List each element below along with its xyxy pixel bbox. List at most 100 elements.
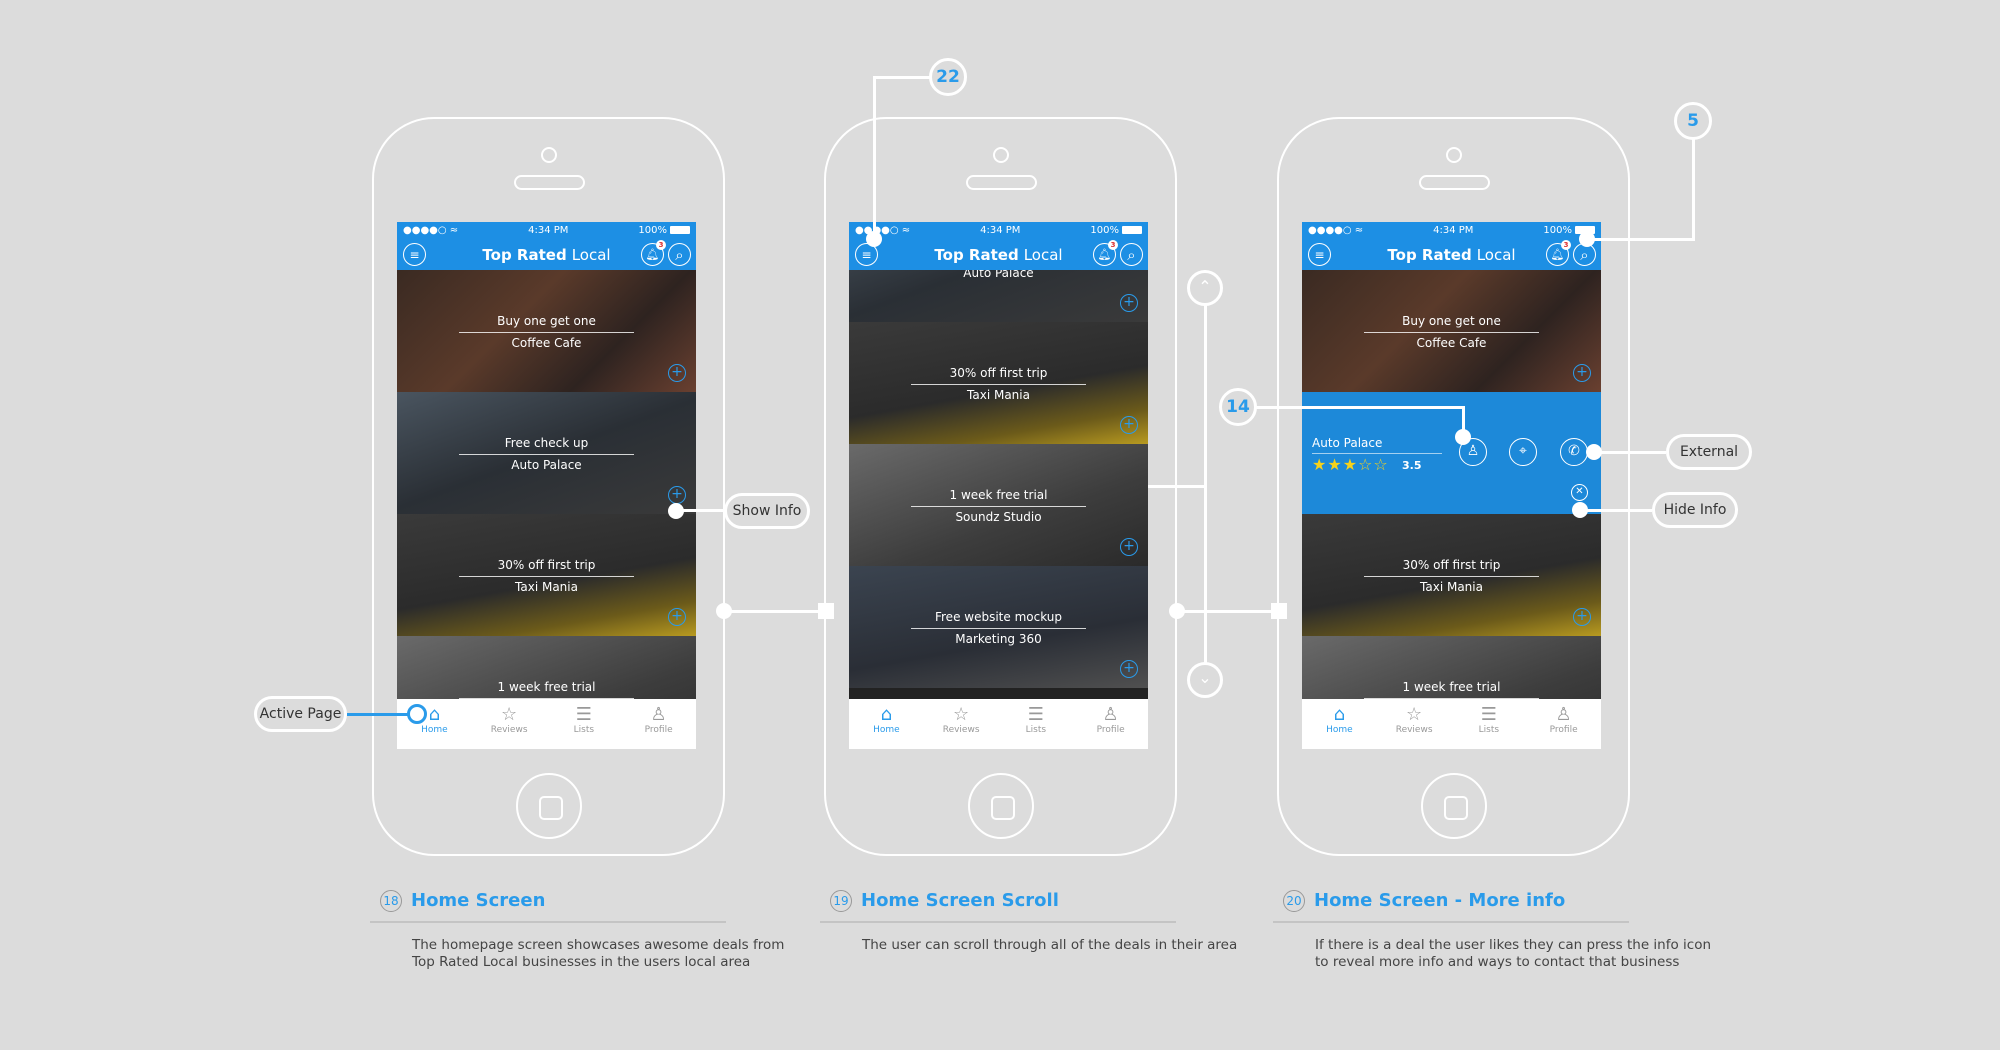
- show-info-button[interactable]: +: [1120, 660, 1138, 678]
- hide-info-label: Hide Info: [1652, 492, 1738, 528]
- divider: [1312, 453, 1442, 454]
- signal-icon: ●●●●○ ≈: [403, 225, 459, 236]
- deal-business: Auto Palace: [963, 270, 1034, 280]
- tab-profile[interactable]: ♙ Profile: [1073, 699, 1148, 749]
- flow-square: [1271, 603, 1287, 619]
- tab-reviews[interactable]: ☆ Reviews: [1377, 699, 1452, 749]
- show-info-button[interactable]: +: [1120, 538, 1138, 556]
- external-line: [1594, 451, 1666, 454]
- flow-square: [818, 603, 834, 619]
- callout-22-dot: [866, 231, 882, 247]
- caption-number: 18: [380, 890, 402, 912]
- tab-lists[interactable]: ☰ Lists: [547, 699, 622, 749]
- divider: [1273, 921, 1629, 923]
- deal-business: Coffee Cafe: [1416, 336, 1487, 350]
- caption-title: Home Screen - More info: [1314, 890, 1566, 911]
- show-info-label: Show Info: [724, 493, 810, 529]
- show-info-button[interactable]: +: [668, 364, 686, 382]
- menu-button[interactable]: ≡: [403, 243, 426, 266]
- tab-home[interactable]: ⌂ Home: [849, 699, 924, 749]
- location-button[interactable]: ⌖: [1509, 438, 1537, 466]
- phone-screen: ●●●●○ ≈4:34 PM 100% Top Rated Local ≡ 🔔︎ 3 ⌕ Buy…: [1302, 222, 1601, 749]
- deal-card[interactable]: 1 week free trialSoundz Studio+: [849, 444, 1148, 566]
- caption-description: If there is a deal the user likes they c…: [1315, 937, 1712, 970]
- tab-label: Home: [873, 725, 900, 735]
- notifications-button[interactable]: 🔔︎ 3: [641, 240, 666, 266]
- tab-label: Home: [421, 725, 448, 735]
- show-info-button[interactable]: +: [668, 486, 686, 504]
- active-page-label: Active Page: [254, 696, 347, 732]
- hide-info-line: [1580, 509, 1652, 512]
- deal-card[interactable]: 30% off first trip Taxi Mania +: [849, 322, 1148, 444]
- deal-title: Free check up: [504, 436, 589, 450]
- tab-lists[interactable]: ☰ Lists: [999, 699, 1074, 749]
- tab-reviews[interactable]: ☆ Reviews: [472, 699, 547, 749]
- deals-list[interactable]: Auto Palace +30% off first trip Taxi Mania…: [849, 270, 1148, 699]
- status-bar: ●●●●○ ≈4:34 PM 100%: [397, 222, 696, 239]
- status-time: 4:34 PM: [528, 225, 569, 236]
- callout-5-line: [1587, 238, 1695, 241]
- flow-dot: [1169, 603, 1185, 619]
- deal-card[interactable]: Buy one get one Coffee Cafe +: [1302, 270, 1601, 392]
- deal-title: Buy one get one: [1402, 314, 1501, 328]
- profile-icon: ♙: [650, 704, 667, 725]
- tab-home[interactable]: ⌂ Home: [397, 699, 472, 749]
- show-info-button[interactable]: +: [1573, 364, 1591, 382]
- battery-icon: [1121, 226, 1142, 234]
- deal-title: 1 week free trial: [1402, 680, 1501, 694]
- tab-profile[interactable]: ♙ Profile: [621, 699, 696, 749]
- camera: [992, 147, 1009, 163]
- tab-lists[interactable]: ☰ Lists: [1452, 699, 1527, 749]
- show-info-button[interactable]: +: [1573, 608, 1591, 626]
- deal-card[interactable]: Free website mockup Marketing 360 +: [849, 566, 1148, 688]
- search-button[interactable]: ⌕: [1120, 243, 1143, 266]
- menu-button[interactable]: ≡: [1308, 243, 1331, 266]
- deal-card[interactable]: Buy one get one Coffee Cafe +: [397, 270, 696, 392]
- tab-label: Lists: [1478, 725, 1500, 735]
- home-hardware-button[interactable]: [967, 773, 1034, 839]
- speaker: [965, 175, 1037, 190]
- search-button[interactable]: ⌕: [668, 243, 691, 266]
- tab-label: Lists: [573, 725, 595, 735]
- callout-22-line: [873, 76, 876, 239]
- status-bar: ●●●●○ ≈4:34 PM 100%: [1302, 222, 1601, 239]
- tab-home[interactable]: ⌂ Home: [1302, 699, 1377, 749]
- deal-card[interactable]: 1 week free trialSoundz Studio+: [1302, 636, 1601, 699]
- flow-connector-1: [724, 610, 826, 613]
- divider: [370, 921, 726, 923]
- external-dot: [1586, 444, 1602, 460]
- phone-call-button[interactable]: ✆: [1560, 438, 1588, 466]
- notifications-button[interactable]: 🔔︎ 3: [1093, 240, 1118, 266]
- deal-card[interactable]: 30% off first trip Taxi Mania +: [397, 514, 696, 636]
- app-header: Top Rated Local ≡ 🔔︎ 3 ⌕: [849, 239, 1148, 270]
- caption-title: Home Screen: [411, 890, 546, 911]
- hide-info-button[interactable]: ✕: [1571, 484, 1588, 501]
- deal-title: 1 week free trial: [949, 488, 1048, 502]
- show-info-button[interactable]: +: [668, 608, 686, 626]
- tab-reviews[interactable]: ☆ Reviews: [924, 699, 999, 749]
- app-title-bold: Top Rated: [934, 245, 1019, 264]
- deal-title: 30% off first trip: [497, 558, 596, 572]
- scroll-down-icon: ⌄: [1187, 662, 1223, 698]
- status-time: 4:34 PM: [980, 225, 1021, 236]
- tab-profile[interactable]: ♙ Profile: [1526, 699, 1601, 749]
- show-info-button[interactable]: +: [1120, 416, 1138, 434]
- notifications-button[interactable]: 🔔︎ 3: [1546, 240, 1571, 266]
- tab-label: Lists: [1025, 725, 1047, 735]
- home-hardware-button[interactable]: [1420, 773, 1487, 839]
- deal-card[interactable]: Free check up Auto Palace +: [397, 392, 696, 514]
- deals-list[interactable]: Buy one get one Coffee Cafe + Free check up…: [397, 270, 696, 699]
- home-hardware-button[interactable]: [515, 773, 582, 839]
- profile-icon: ♙: [1555, 704, 1572, 725]
- callout-14-dot: [1455, 429, 1471, 445]
- deal-business: Auto Palace: [511, 458, 582, 472]
- show-info-button[interactable]: +: [1120, 294, 1138, 312]
- deals-list[interactable]: Buy one get one Coffee Cafe + Auto Palace ★★…: [1302, 270, 1601, 699]
- tab-label: Reviews: [490, 725, 528, 735]
- camera: [540, 147, 557, 163]
- deal-card[interactable]: Auto Palace +: [849, 270, 1148, 322]
- deal-card[interactable]: 30% off first trip Taxi Mania +: [1302, 514, 1601, 636]
- deal-business: Taxi Mania: [515, 580, 578, 594]
- deal-card[interactable]: 1 week free trialSoundz Studio+: [397, 636, 696, 699]
- caption-number: 19: [830, 890, 852, 912]
